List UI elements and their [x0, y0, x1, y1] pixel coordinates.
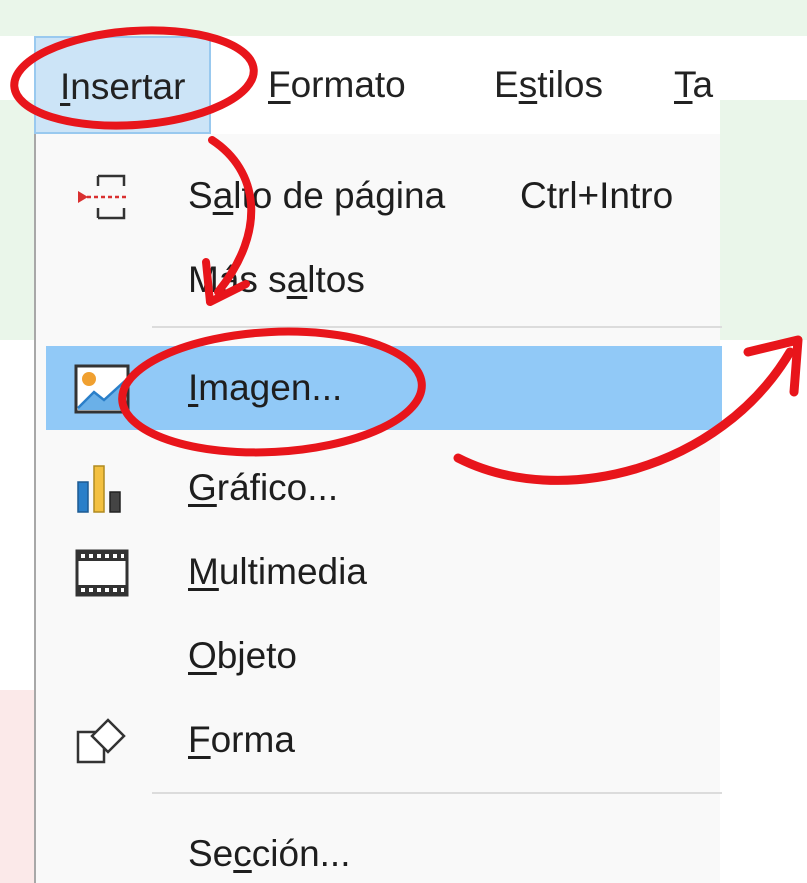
shapes-icon	[76, 718, 126, 764]
menu-tabla[interactable]: Ta	[674, 36, 713, 134]
menu-separator	[152, 326, 722, 328]
menu-label-part: E	[494, 64, 519, 105]
menu-item-salto-de-pagina[interactable]: Salto de página Ctrl+Intro	[36, 154, 722, 238]
menu-item-label: Objeto	[188, 635, 298, 676]
menu-item-grafico[interactable]: Gráfico...	[36, 446, 722, 530]
menu-item-forma[interactable]: Forma	[36, 698, 722, 782]
keyboard-shortcut: Ctrl+Intro	[520, 175, 674, 216]
menu-item-label: Forma	[188, 719, 295, 760]
menu-accelerator: s	[518, 64, 538, 105]
chart-icon	[77, 465, 121, 513]
menu-label-part: ormato	[290, 64, 406, 105]
menu-item-imagen[interactable]: Imagen...	[46, 346, 722, 430]
menu-accelerator: T	[674, 64, 693, 105]
film-icon	[75, 549, 129, 597]
menu-item-seccion[interactable]: Sección...	[36, 812, 722, 883]
menu-item-mas-saltos[interactable]: Más saltos	[36, 238, 722, 322]
menu-item-label: Más saltos	[188, 259, 365, 300]
menu-label-part: tilos	[537, 64, 603, 105]
menu-item-objeto[interactable]: Objeto	[36, 614, 722, 698]
menu-item-label: Salto de página	[188, 175, 446, 216]
menu-accelerator: I	[60, 66, 71, 107]
background-band	[0, 690, 34, 883]
menu-item-label: Imagen...	[188, 367, 343, 408]
insert-dropdown-menu: Salto de página Ctrl+Intro Más saltos Im…	[34, 134, 722, 883]
menu-item-label: Multimedia	[188, 551, 367, 592]
menu-item-label: Gráfico...	[188, 467, 339, 508]
background-band	[720, 340, 807, 883]
background-band	[0, 0, 807, 36]
menu-item-multimedia[interactable]: Multimedia	[36, 530, 722, 614]
menu-label-part: a	[692, 64, 714, 105]
menu-bar: Insertar Formato Estilos Ta	[34, 36, 720, 134]
menu-item-label: Sección...	[188, 833, 351, 874]
menu-separator	[152, 792, 722, 794]
menu-accelerator: F	[268, 64, 291, 105]
menu-formato[interactable]: Formato	[268, 36, 406, 134]
menu-insertar[interactable]: Insertar	[34, 36, 212, 134]
menu-estilos[interactable]: Estilos	[494, 36, 603, 134]
page-break-icon	[78, 174, 126, 220]
image-icon	[74, 364, 130, 414]
menu-label-part: nsertar	[70, 66, 186, 107]
